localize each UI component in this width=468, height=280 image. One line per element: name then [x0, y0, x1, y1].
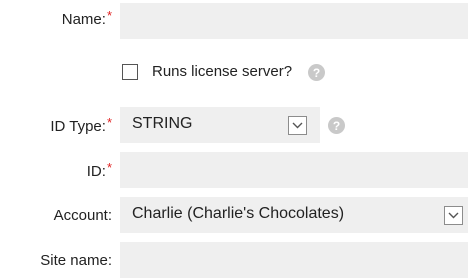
site-name-input[interactable] [120, 242, 468, 278]
required-asterisk: * [106, 8, 112, 23]
name-label-group: Name:* [0, 8, 112, 28]
id-type-label: ID Type: [50, 118, 106, 135]
id-label: ID: [86, 163, 106, 180]
site-name-label: Site name: [40, 252, 112, 269]
required-asterisk: * [106, 160, 112, 175]
id-type-select[interactable]: STRING [120, 107, 320, 143]
account-value: Charlie (Charlie's Chocolates) [132, 205, 345, 222]
required-asterisk: * [106, 115, 112, 130]
runs-license-server-checkbox[interactable] [122, 64, 138, 80]
name-label: Name: [61, 11, 106, 28]
help-icon[interactable]: ? [328, 117, 345, 134]
id-input[interactable] [120, 152, 468, 188]
runs-license-server-label: Runs license server? [152, 63, 293, 80]
id-type-value: STRING [132, 115, 193, 132]
id-label-group: ID:* [0, 160, 112, 180]
account-select[interactable]: Charlie (Charlie's Chocolates) [120, 197, 468, 233]
chevron-down-icon[interactable] [288, 116, 307, 135]
name-input[interactable] [120, 3, 468, 39]
account-label: Account: [53, 207, 112, 224]
help-icon[interactable]: ? [308, 64, 325, 81]
id-type-label-group: ID Type:* [0, 115, 112, 135]
chevron-down-icon[interactable] [444, 206, 463, 225]
